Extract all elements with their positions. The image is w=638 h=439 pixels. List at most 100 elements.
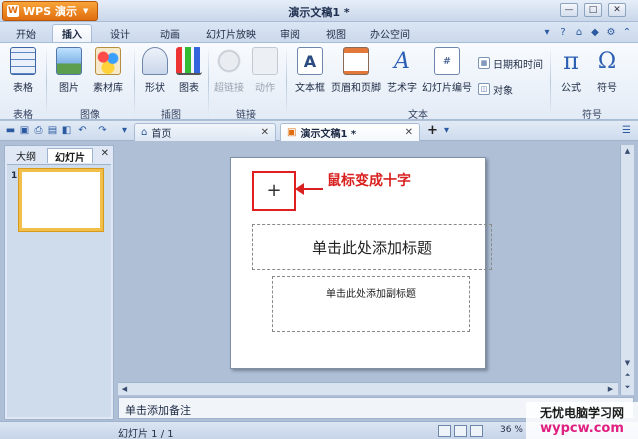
title-placeholder[interactable]: 单击此处添加标题 (252, 224, 492, 270)
insert-picture-label: 图片 (59, 83, 79, 94)
shape-icon (142, 47, 168, 75)
site-watermark: 无忧电脑学习网 wypcw.com (526, 402, 638, 439)
new-tab-plus-icon[interactable]: + (426, 123, 439, 138)
save-icon[interactable]: ▣ (18, 124, 31, 137)
scroll-up-icon[interactable]: ▲ (621, 145, 634, 157)
customize-toolbar-icon[interactable]: ▾ (118, 124, 131, 137)
open-folder-icon[interactable]: ▬ (4, 124, 17, 137)
group-label-table: 表格 (13, 110, 33, 121)
help-icon[interactable]: ? (556, 26, 570, 39)
group-label-image: 图像 (80, 110, 100, 121)
document-tab-strip: ▬ ▣ ⎙ ▤ ◧ ↶ ↷ ▾ ⌂ 首页 ✕ ▣ 演示文稿1 * ✕ + ▾ ☰ (0, 121, 638, 141)
chevron-down-icon[interactable]: ▾ (440, 124, 453, 137)
print-preview-icon[interactable]: ▤ (46, 124, 59, 137)
close-icon[interactable]: ✕ (261, 127, 269, 138)
textbox-label: 文本框 (295, 83, 325, 94)
redo-icon[interactable]: ↷ (96, 124, 109, 137)
insert-shape-button[interactable]: 形状 (138, 47, 172, 101)
action-button[interactable]: 动作 (250, 47, 280, 101)
object-button[interactable]: ◫ 对象 (478, 81, 513, 97)
gear-icon[interactable]: ⚙ (604, 26, 618, 39)
tab-home[interactable]: 开始 (8, 24, 44, 42)
clipart-library-label: 素材库 (93, 83, 123, 94)
print-icon[interactable]: ⎙ (32, 124, 45, 137)
watermark-title: 无忧电脑学习网 (539, 406, 624, 420)
tab-review[interactable]: 审阅 (272, 24, 308, 42)
doc-tab-label: 首页 (151, 129, 172, 140)
tab-office-space[interactable]: 办公空间 (362, 24, 418, 42)
clipart-library-button[interactable]: 素材库 (88, 47, 128, 101)
close-icon[interactable]: ✕ (101, 148, 109, 159)
title-bar: W WPS 演示 ▼ 演示文稿1 * — □ ✕ (0, 0, 638, 22)
ribbon-minimize-icon[interactable]: ⌃ (620, 26, 634, 39)
slide-thumbnail[interactable] (19, 169, 103, 231)
chart-icon (176, 47, 202, 75)
insert-table-label: 表格 (13, 83, 33, 94)
insert-table-button[interactable]: 表格 (6, 47, 40, 101)
chevron-down-icon[interactable]: ▾ (540, 26, 554, 39)
previous-slide-icon[interactable]: ⏶ (621, 369, 634, 381)
undo-icon[interactable]: ↶ (76, 124, 89, 137)
home-icon[interactable]: ⌂ (572, 26, 586, 39)
doc-tab-label: 演示文稿1 * (300, 129, 357, 140)
annotation-text: 鼠标变成十字 (327, 173, 411, 189)
insert-picture-button[interactable]: 图片 (52, 47, 86, 101)
tab-outline[interactable]: 大纲 (7, 148, 45, 163)
slide-sorter-view-icon[interactable] (454, 425, 467, 437)
scroll-down-icon[interactable]: ▼ (621, 357, 634, 369)
tab-view[interactable]: 视图 (318, 24, 354, 42)
tab-design[interactable]: 设计 (100, 24, 140, 42)
table-icon (10, 47, 36, 75)
doc-tab-presentation[interactable]: ▣ 演示文稿1 * ✕ (280, 123, 420, 141)
symbol-button[interactable]: Ω 符号 (590, 47, 624, 101)
scroll-right-icon[interactable]: ▶ (604, 383, 617, 395)
header-footer-button[interactable]: 页眉和页脚 (330, 47, 382, 101)
group-separator (550, 47, 551, 117)
subtitle-placeholder[interactable]: 单击此处添加副标题 (272, 276, 470, 332)
vertical-scrollbar[interactable]: ▲ ▼ ⏶ ⏷ (620, 145, 634, 395)
minimize-button[interactable]: — (560, 3, 578, 17)
group-label-text: 文本 (408, 110, 428, 121)
scroll-left-icon[interactable]: ◀ (118, 383, 131, 395)
tab-insert[interactable]: 插入 (52, 24, 92, 42)
slide-number-label: 幻灯片编号 (422, 83, 472, 94)
zoom-level[interactable]: 36 % (500, 425, 523, 435)
horizontal-scrollbar[interactable]: ◀ ▶ (118, 382, 618, 395)
wps-logo-icon: W (7, 5, 19, 17)
hyperlink-button[interactable]: 超链接 (210, 47, 248, 101)
object-label: 对象 (493, 85, 513, 97)
normal-view-icon[interactable] (438, 425, 451, 437)
wordart-icon: A (394, 48, 410, 74)
group-label-symbol: 符号 (582, 110, 602, 121)
close-icon[interactable]: ✕ (405, 127, 413, 138)
tab-animation[interactable]: 动画 (148, 24, 192, 42)
wps-app-menu-button[interactable]: W WPS 演示 ▼ (2, 1, 98, 21)
hyperlink-icon (216, 47, 242, 75)
textbox-button[interactable]: A 文本框 (290, 47, 330, 101)
maximize-button[interactable]: □ (584, 3, 602, 17)
next-slide-icon[interactable]: ⏷ (621, 381, 634, 393)
app-name: WPS 演示 (23, 5, 77, 18)
tab-list-icon[interactable]: ☰ (620, 124, 633, 137)
chevron-down-icon: ▼ (82, 7, 89, 15)
wordart-label: 艺术字 (387, 83, 417, 94)
slide-number-button[interactable]: # 幻灯片编号 (420, 47, 474, 101)
doc-tab-home[interactable]: ⌂ 首页 ✕ (134, 123, 276, 141)
tab-slides[interactable]: 幻灯片 (47, 148, 93, 164)
maximize-icon: □ (588, 5, 598, 15)
menu-tabs: 开始 插入 设计 动画 幻灯片放映 审阅 视图 办公空间 ▾ ? ⌂ ◆ ⚙ ⌃ (0, 22, 638, 42)
close-button[interactable]: ✕ (608, 3, 626, 17)
omega-icon: Ω (597, 48, 617, 74)
preview-icon[interactable]: ◧ (60, 124, 73, 137)
arrow-left-icon (295, 183, 304, 195)
tab-slideshow[interactable]: 幻灯片放映 (198, 24, 264, 42)
slide-canvas[interactable]: + 鼠标变成十字 单击此处添加标题 单击此处添加副标题 (230, 157, 492, 369)
group-label-link: 链接 (236, 110, 256, 121)
wordart-button[interactable]: A 艺术字 (384, 47, 420, 101)
slideshow-view-icon[interactable] (470, 425, 483, 437)
minimize-icon: — (564, 5, 574, 15)
formula-button[interactable]: π 公式 (554, 47, 588, 101)
skin-icon[interactable]: ◆ (588, 26, 602, 39)
date-time-button[interactable]: ▦ 日期和时间 (478, 55, 543, 71)
insert-chart-button[interactable]: 图表 (172, 47, 206, 101)
